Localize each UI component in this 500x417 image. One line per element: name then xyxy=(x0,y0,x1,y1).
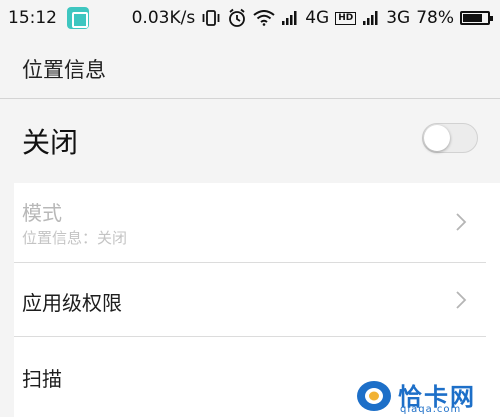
location-toggle-switch[interactable] xyxy=(422,123,478,153)
mode-subtitle: 位置信息：关闭 xyxy=(22,229,128,247)
alarm-icon xyxy=(227,8,247,28)
vibrate-icon xyxy=(201,9,221,27)
wifi-icon xyxy=(253,10,275,26)
master-switch-label: 关闭 xyxy=(22,126,79,159)
app-permissions-title: 应用级权限 xyxy=(22,291,122,315)
page-title: 位置信息 xyxy=(22,58,106,82)
site-watermark: 恰卡网 qiaqa.com xyxy=(352,377,500,417)
hd-badge: HD xyxy=(335,11,357,25)
network-type-2: 3G xyxy=(386,8,411,28)
settings-row-app-permissions[interactable]: 应用级权限 xyxy=(14,263,500,337)
network-type-1: 4G xyxy=(305,8,330,28)
mode-title: 模式 xyxy=(22,201,62,225)
page-header: 位置信息 xyxy=(0,36,500,98)
watermark-logo-icon xyxy=(357,381,391,411)
watermark-domain: qiaqa.com xyxy=(400,404,462,415)
toggle-knob xyxy=(424,125,450,151)
status-bar: 15:12 0.03K/s 4G HD 3G 78% xyxy=(0,0,500,36)
status-time: 15:12 xyxy=(8,8,57,28)
location-master-switch-row[interactable]: 关闭 xyxy=(0,99,500,181)
chevron-right-icon xyxy=(456,291,467,309)
signal-icon xyxy=(281,10,299,26)
chevron-right-icon xyxy=(456,213,467,231)
battery-fill xyxy=(463,14,482,22)
settings-row-mode[interactable]: 模式 位置信息：关闭 xyxy=(14,183,500,263)
net-speed: 0.03K/s xyxy=(131,8,196,28)
battery-icon xyxy=(460,11,493,25)
scan-app-icon xyxy=(67,7,89,29)
scanning-title: 扫描 xyxy=(22,367,62,391)
status-indicators: 0.03K/s 4G HD 3G 78% xyxy=(131,0,493,36)
signal-icon xyxy=(362,10,380,26)
battery-percent: 78% xyxy=(416,8,454,28)
